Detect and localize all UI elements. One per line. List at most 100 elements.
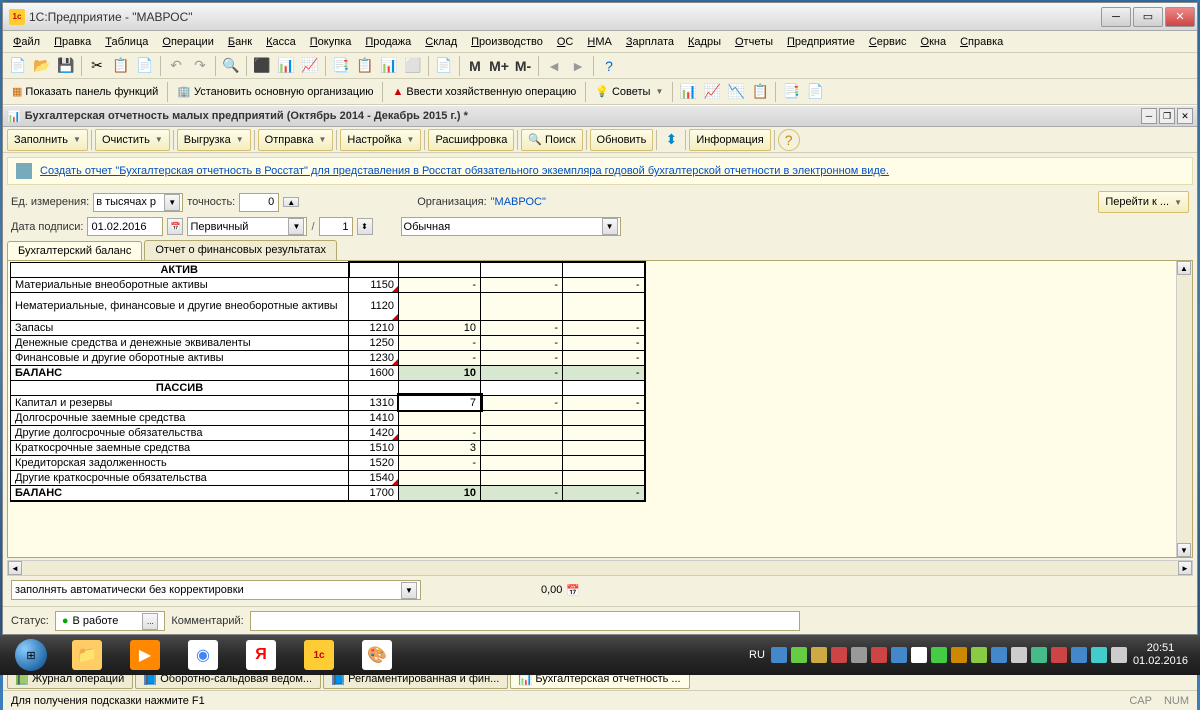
tray-icon[interactable] <box>971 647 987 663</box>
export-button[interactable]: Выгрузка▼ <box>177 129 251 151</box>
tray-icon[interactable] <box>1051 647 1067 663</box>
redo-icon[interactable]: ↷ <box>189 55 211 77</box>
scroll-left-icon[interactable]: ◄ <box>8 561 22 575</box>
settings-button[interactable]: Настройка▼ <box>340 129 421 151</box>
tray-icon[interactable] <box>931 647 947 663</box>
table-row[interactable]: Другие долгосрочные обязательства <box>11 425 349 440</box>
tray-icon[interactable] <box>1091 647 1107 663</box>
tb-back-icon[interactable]: ◄ <box>543 55 565 77</box>
tb-icon-6[interactable]: 📊 <box>378 55 400 77</box>
table-row[interactable]: Материальные внеоборотные активы <box>11 277 349 292</box>
tb2-icon-4[interactable]: 📋 <box>749 81 771 103</box>
table-row[interactable]: Нематериальные, финансовые и другие внео… <box>11 292 349 320</box>
table-row[interactable]: Кредиторская задолженность <box>11 455 349 470</box>
date-input[interactable] <box>87 217 163 236</box>
tray-icon[interactable] <box>791 647 807 663</box>
send-button[interactable]: Отправка▼ <box>258 129 334 151</box>
help-icon[interactable]: ? <box>598 55 620 77</box>
task-1c[interactable]: 1c <box>291 637 347 673</box>
doc-minimize-button[interactable]: ─ <box>1141 108 1157 124</box>
doc-help-icon[interactable]: ? <box>778 129 800 151</box>
menu-salary[interactable]: Зарплата <box>620 34 680 50</box>
tb2-icon-1[interactable]: 📊 <box>677 81 699 103</box>
tb-mplus[interactable]: M+ <box>488 55 510 77</box>
tray-icon[interactable] <box>831 647 847 663</box>
tab-balance[interactable]: Бухгалтерский баланс <box>7 241 142 261</box>
tb-icon-5[interactable]: 📋 <box>354 55 376 77</box>
tray-icon[interactable] <box>871 647 887 663</box>
tb-icon-8[interactable]: 📄 <box>433 55 455 77</box>
tb-fwd-icon[interactable]: ► <box>567 55 589 77</box>
enter-operation-button[interactable]: ▲Ввести хозяйственную операцию <box>387 81 581 103</box>
tray-icon[interactable] <box>991 647 1007 663</box>
tb-mminus[interactable]: M- <box>512 55 534 77</box>
precision-select[interactable]: 0 <box>239 193 279 212</box>
tb-m[interactable]: M <box>464 55 486 77</box>
tray-icon[interactable] <box>891 647 907 663</box>
table-row[interactable]: Долгосрочные заемные средства <box>11 410 349 425</box>
table-row[interactable]: Запасы <box>11 320 349 335</box>
table-row[interactable]: Денежные средства и денежные эквиваленты <box>11 335 349 350</box>
menu-warehouse[interactable]: Склад <box>419 34 463 50</box>
unit-select[interactable]: в тысячах р▼ <box>93 193 183 212</box>
table-row[interactable]: Другие краткосрочные обязательства <box>11 470 349 485</box>
menu-service[interactable]: Сервис <box>863 34 913 50</box>
menu-cash[interactable]: Касса <box>260 34 302 50</box>
menu-purchase[interactable]: Покупка <box>304 34 358 50</box>
start-button[interactable]: ⊞ <box>4 637 58 673</box>
fill-button[interactable]: Заполнить▼ <box>7 129 88 151</box>
tb2-icon-6[interactable]: 📄 <box>804 81 826 103</box>
copy-icon[interactable]: 📋 <box>110 55 132 77</box>
comment-input[interactable] <box>250 611 800 631</box>
structure-icon[interactable]: ⬍ <box>660 129 682 151</box>
search-button[interactable]: 🔍Поиск <box>521 129 582 151</box>
scroll-right-icon[interactable]: ► <box>1178 561 1192 575</box>
tray-icon[interactable] <box>771 647 787 663</box>
type-select[interactable]: Первичный▼ <box>187 217 307 236</box>
scroll-up-icon[interactable]: ▲ <box>1177 261 1191 275</box>
task-explorer[interactable]: 📁 <box>59 637 115 673</box>
undo-icon[interactable]: ↶ <box>165 55 187 77</box>
save-icon[interactable]: 💾 <box>55 55 77 77</box>
task-paint[interactable]: 🎨 <box>349 637 405 673</box>
task-chrome[interactable]: ◉ <box>175 637 231 673</box>
menu-help[interactable]: Справка <box>954 34 1009 50</box>
tab-finresults[interactable]: Отчет о финансовых результатах <box>144 240 337 260</box>
paste-icon[interactable]: 📄 <box>134 55 156 77</box>
tb2-icon-5[interactable]: 📑 <box>780 81 802 103</box>
lang-indicator[interactable]: RU <box>749 649 765 661</box>
task-media[interactable]: ▶ <box>117 637 173 673</box>
menu-bank[interactable]: Банк <box>222 34 258 50</box>
goto-button[interactable]: Перейти к ...▼ <box>1098 191 1189 213</box>
menu-windows[interactable]: Окна <box>915 34 953 50</box>
horizontal-scrollbar[interactable]: ◄ ► <box>7 560 1193 576</box>
type-num-spin[interactable]: ⬍ <box>357 218 373 235</box>
show-panel-button[interactable]: ▦Показать панель функций <box>7 81 163 103</box>
precision-up[interactable]: ▲ <box>283 197 299 207</box>
tb-icon-1[interactable]: ⬛ <box>251 55 273 77</box>
doc-restore-button[interactable]: ❐ <box>1159 108 1175 124</box>
task-yandex[interactable]: Я <box>233 637 289 673</box>
open-icon[interactable]: 📂 <box>31 55 53 77</box>
menu-nma[interactable]: НМА <box>581 34 617 50</box>
refresh-button[interactable]: Обновить <box>590 129 654 151</box>
tb-icon-7[interactable]: ⬜ <box>402 55 424 77</box>
tb-icon-4[interactable]: 📑 <box>330 55 352 77</box>
tb-icon-3[interactable]: 📈 <box>299 55 321 77</box>
menu-sale[interactable]: Продажа <box>359 34 417 50</box>
menu-file[interactable]: Файл <box>7 34 46 50</box>
tips-button[interactable]: 💡Советы▼ <box>590 81 668 103</box>
autofill-select[interactable]: заполнять автоматически без корректировк… <box>11 580 421 600</box>
table-row[interactable]: Капитал и резервы <box>11 395 349 410</box>
menu-reports[interactable]: Отчеты <box>729 34 779 50</box>
tray-icon[interactable] <box>1031 647 1047 663</box>
doc-close-button[interactable]: ✕ <box>1177 108 1193 124</box>
tray-icon[interactable] <box>1011 647 1027 663</box>
tray-icon[interactable] <box>1071 647 1087 663</box>
tray-icon[interactable] <box>811 647 827 663</box>
minimize-button[interactable]: ─ <box>1101 7 1131 27</box>
type-num-input[interactable] <box>319 217 353 236</box>
tb2-icon-2[interactable]: 📈 <box>701 81 723 103</box>
menu-operations[interactable]: Операции <box>156 34 219 50</box>
date-picker-button[interactable]: 📅 <box>167 218 183 235</box>
